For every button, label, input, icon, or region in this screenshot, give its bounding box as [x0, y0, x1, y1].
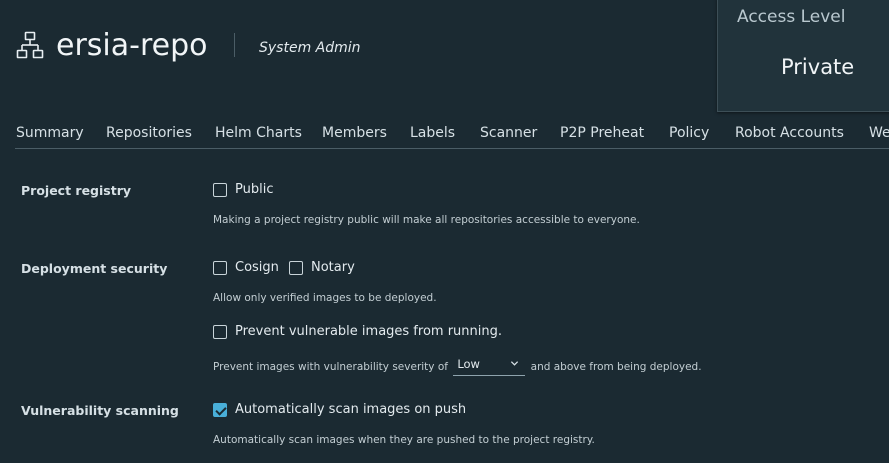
auto-scan-checkbox[interactable]: [213, 402, 227, 417]
project-tabs: Summary Repositories Helm Charts Members…: [0, 110, 889, 148]
auto-scan-label: Automatically scan images on push: [235, 402, 467, 417]
tab-summary[interactable]: Summary: [16, 124, 84, 142]
notary-checkbox[interactable]: [289, 260, 303, 275]
notary-label: Notary: [311, 260, 355, 275]
tab-robot-accounts[interactable]: Robot Accounts: [735, 124, 844, 142]
tab-repositories[interactable]: Repositories: [106, 124, 192, 142]
severity-help-text: Prevent images with vulnerability severi…: [213, 356, 702, 376]
verified-help-text: Allow only verified images to be deploye…: [213, 292, 437, 304]
deployment-security-label: Deployment security: [21, 261, 168, 276]
cosign-label: Cosign: [235, 260, 279, 275]
project-tree-icon: [16, 31, 44, 59]
public-label: Public: [235, 182, 274, 197]
project-registry-label: Project registry: [21, 183, 132, 198]
tab-webhooks[interactable]: We: [869, 124, 889, 142]
project-title: ersia-repo: [56, 28, 208, 63]
tabs-divider: [15, 148, 889, 149]
user-role: System Admin: [259, 40, 361, 56]
severity-select[interactable]: Low: [453, 356, 526, 376]
access-level-label: Access Level: [737, 7, 846, 27]
notary-option[interactable]: Notary: [289, 260, 355, 275]
public-option[interactable]: Public: [213, 182, 273, 197]
title-divider: [234, 33, 235, 57]
tab-labels[interactable]: Labels: [410, 124, 455, 142]
tab-helm-charts[interactable]: Helm Charts: [215, 124, 302, 142]
cosign-checkbox[interactable]: [213, 260, 227, 275]
public-help-text: Making a project registry public will ma…: [213, 214, 640, 226]
prevent-vulnerable-checkbox[interactable]: [213, 324, 227, 339]
vulnerability-scanning-label: Vulnerability scanning: [21, 403, 179, 418]
severity-prefix: Prevent images with vulnerability severi…: [213, 361, 448, 373]
auto-scan-option[interactable]: Automatically scan images on push: [213, 402, 466, 417]
tab-p2p-preheat[interactable]: P2P Preheat: [560, 124, 644, 142]
access-level-card: Access Level Private: [717, 0, 889, 112]
cosign-option[interactable]: Cosign: [213, 260, 279, 275]
severity-suffix: and above from being deployed.: [530, 361, 702, 373]
severity-select-value: Low: [457, 357, 480, 371]
project-header: ersia-repo System Admin Access Level Pri…: [0, 0, 889, 112]
tab-scanner[interactable]: Scanner: [480, 124, 537, 142]
tab-members[interactable]: Members: [322, 124, 387, 142]
access-level-value: Private: [781, 55, 855, 79]
auto-scan-help-text: Automatically scan images when they are …: [213, 434, 595, 446]
chevron-down-icon: [511, 361, 519, 366]
prevent-vulnerable-option[interactable]: Prevent vulnerable images from running.: [213, 324, 502, 339]
tab-policy[interactable]: Policy: [669, 124, 709, 142]
public-checkbox[interactable]: [213, 182, 227, 197]
prevent-vulnerable-label: Prevent vulnerable images from running.: [235, 324, 502, 339]
